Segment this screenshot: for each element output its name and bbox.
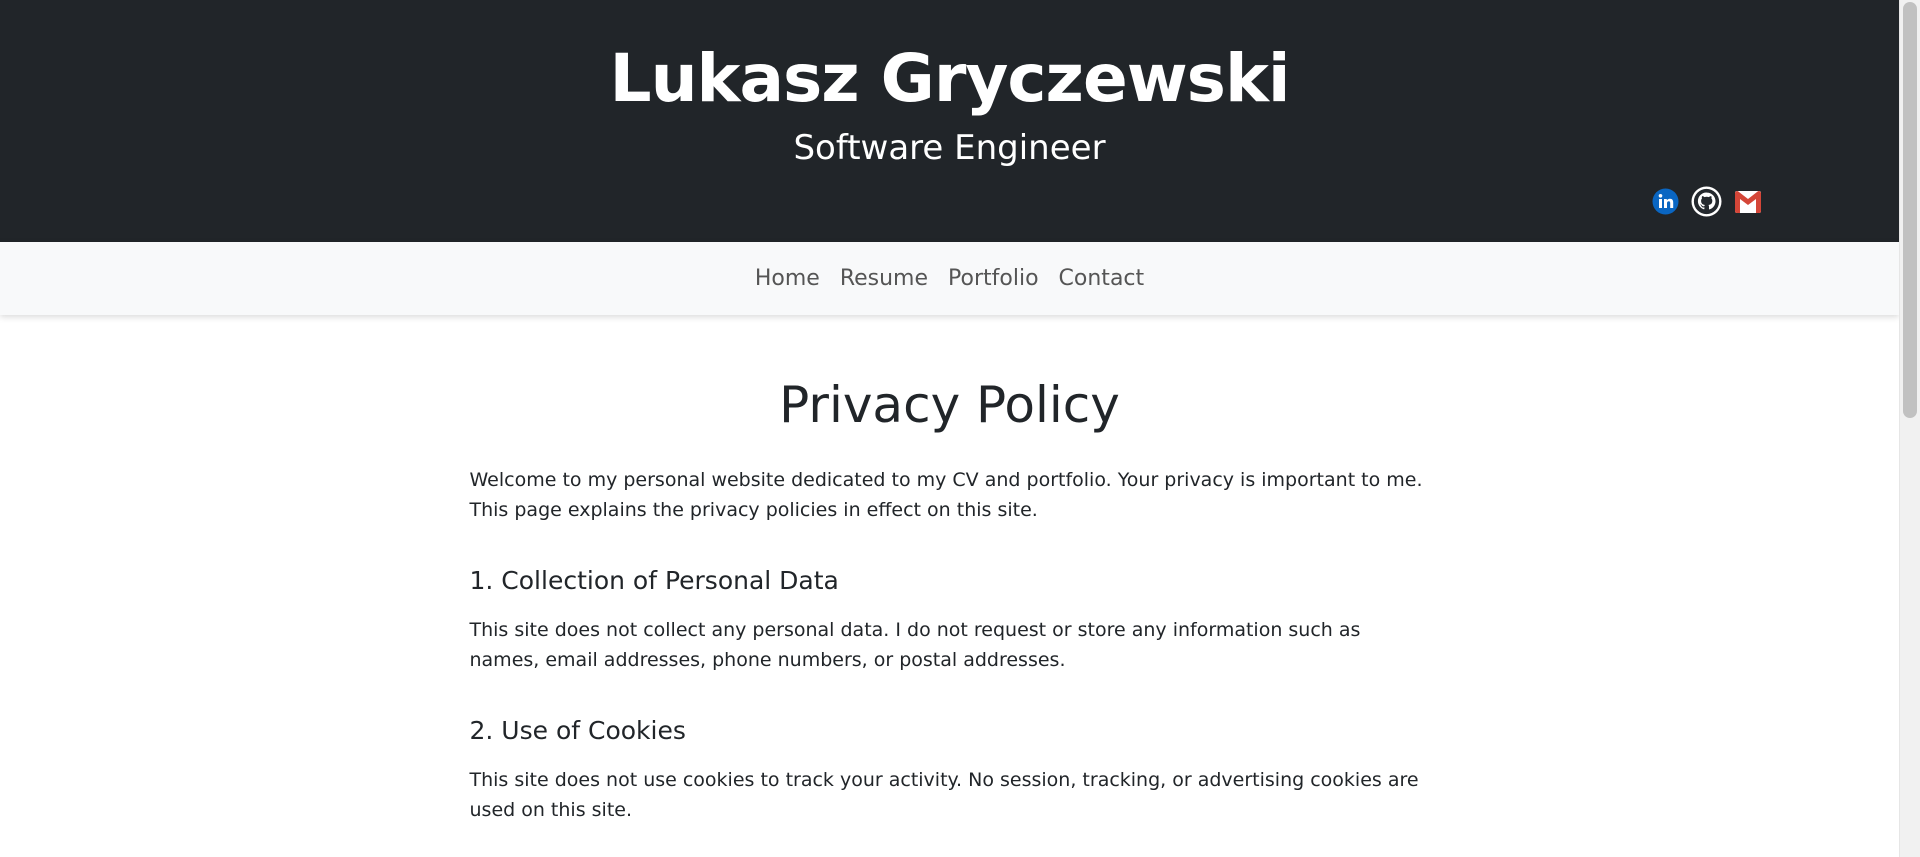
gmail-icon — [1734, 190, 1761, 213]
nav-home[interactable]: Home — [745, 258, 830, 299]
intro-paragraph: Welcome to my personal website dedicated… — [469, 469, 1423, 521]
site-title: Lukasz Gryczewski — [609, 40, 1291, 117]
linkedin-icon — [1652, 188, 1679, 215]
nav-resume[interactable]: Resume — [830, 258, 938, 299]
section-body-cookies: This site does not use cookies to track … — [469, 769, 1419, 821]
nav-portfolio[interactable]: Portfolio — [938, 258, 1049, 299]
page-title: Privacy Policy — [779, 376, 1120, 434]
gmail-link[interactable] — [1732, 186, 1763, 217]
nav-contact[interactable]: Contact — [1049, 258, 1155, 299]
main-content: Privacy Policy Welcome to my personal we… — [470, 315, 1430, 825]
section-heading-collection: 1. Collection of Personal Data — [469, 566, 839, 595]
github-link[interactable] — [1691, 186, 1722, 217]
site-header: Lukasz Gryczewski Software Engineer — [0, 0, 1899, 242]
github-icon — [1691, 186, 1722, 217]
page: Lukasz Gryczewski Software Engineer Home… — [0, 0, 1920, 857]
scrollbar-thumb[interactable] — [1903, 2, 1917, 418]
social-links — [1650, 186, 1763, 217]
content-area: Lukasz Gryczewski Software Engineer Home… — [0, 0, 1899, 857]
linkedin-link[interactable] — [1650, 186, 1681, 217]
section-heading-cookies: 2. Use of Cookies — [469, 716, 686, 745]
main-nav: Home Resume Portfolio Contact — [0, 242, 1899, 315]
section-body-collection: This site does not collect any personal … — [469, 619, 1361, 671]
vertical-scrollbar[interactable] — [1899, 0, 1920, 857]
site-subtitle: Software Engineer — [793, 128, 1106, 168]
